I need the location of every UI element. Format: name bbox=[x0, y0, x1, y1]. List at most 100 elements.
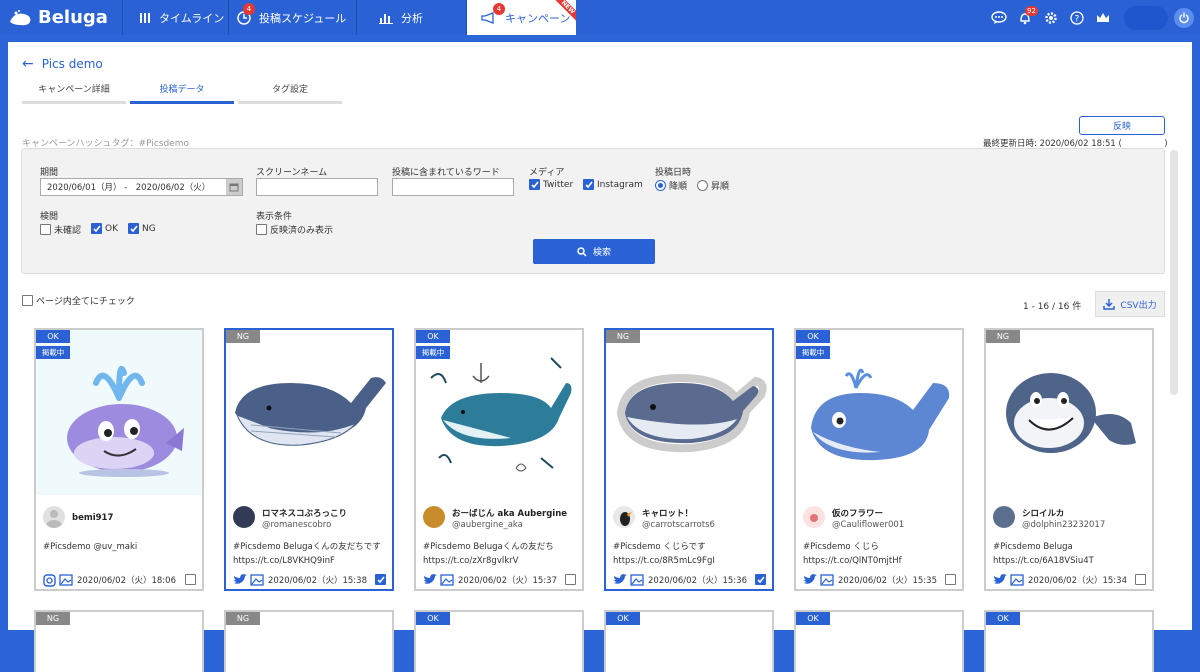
post-card[interactable]: OK bbox=[604, 610, 774, 672]
calendar-icon[interactable] bbox=[226, 179, 242, 195]
review-label: 検閲 bbox=[40, 212, 59, 222]
tab-bar: キャンペーン詳細 投稿データ タグ設定 bbox=[22, 82, 346, 104]
nav-schedule[interactable]: 4 投稿スケジュール bbox=[228, 0, 356, 35]
download-icon bbox=[1103, 299, 1116, 310]
checkbox-icon[interactable] bbox=[40, 224, 51, 235]
avatar bbox=[993, 506, 1015, 528]
reflected-only-label: 反映済のみ表示 bbox=[270, 226, 334, 236]
instagram-icon bbox=[43, 573, 56, 587]
user-id: @Cauliflower001 bbox=[832, 520, 905, 530]
checkbox-icon[interactable] bbox=[1135, 574, 1146, 585]
whale-illustration-icon bbox=[67, 365, 184, 477]
post-image[interactable] bbox=[226, 330, 392, 495]
checkbox-icon[interactable] bbox=[565, 574, 576, 585]
period-input[interactable]: 2020/06/01（月） - 2020/06/02（火） bbox=[40, 178, 243, 196]
reflected-only-option[interactable]: 反映済のみ表示 bbox=[256, 223, 333, 236]
whale-illustration-icon bbox=[430, 356, 572, 471]
tab-campaign-detail[interactable]: キャンペーン詳細 bbox=[22, 82, 126, 104]
nav-timeline[interactable]: タイムライン bbox=[122, 0, 228, 35]
review-option-label: OK bbox=[105, 223, 118, 234]
status-badge: OK bbox=[416, 330, 450, 343]
review-option-label: 未確認 bbox=[54, 226, 82, 236]
review-unchecked-option[interactable]: 未確認 bbox=[40, 223, 81, 236]
checkbox-checked-icon[interactable] bbox=[91, 223, 102, 234]
checkbox-icon[interactable] bbox=[22, 295, 33, 306]
csv-label: CSV出力 bbox=[1120, 300, 1157, 311]
chat-icon[interactable] bbox=[987, 6, 1011, 30]
post-card[interactable]: NG ロマネスコぶろっこり @romanescobro #Picsdemo Be… bbox=[224, 328, 394, 591]
top-bar: Beluga タイムライン 4 投稿スケジュール 分析 4 キャンペーン NEW… bbox=[0, 0, 1200, 35]
crown-icon[interactable] bbox=[1091, 6, 1115, 30]
twitter-icon bbox=[994, 574, 1007, 584]
order-desc-option[interactable]: 降順 bbox=[655, 179, 687, 192]
user-id: @romanescobro bbox=[262, 520, 332, 530]
checkbox-checked-icon[interactable] bbox=[128, 223, 139, 234]
post-text-line: https://t.co/zXr8gvlkrV bbox=[423, 556, 519, 566]
word-input[interactable] bbox=[392, 178, 514, 196]
published-badge: 掲載中 bbox=[796, 346, 830, 359]
post-text-line: https://t.co/QlNT0mjtHf bbox=[803, 556, 902, 566]
tab-tag-settings[interactable]: タグ設定 bbox=[238, 82, 342, 104]
media-instagram-option[interactable]: Instagram bbox=[583, 179, 643, 190]
back-link[interactable]: ← Pics demo bbox=[22, 56, 103, 72]
status-badge: NG bbox=[36, 612, 70, 625]
nav-label: キャンペーン bbox=[505, 11, 571, 25]
card-footer: 2020/06/02（火）15:34 bbox=[993, 573, 1151, 587]
period-label: 期間 bbox=[40, 168, 59, 178]
gear-icon[interactable] bbox=[1039, 6, 1063, 30]
review-ok-option[interactable]: OK bbox=[91, 223, 118, 234]
checkbox-icon[interactable] bbox=[256, 224, 267, 235]
post-card[interactable]: NG bbox=[34, 610, 204, 672]
post-text-line: #Picsdemo くじらです bbox=[613, 542, 706, 552]
screen-name-label: スクリーンネーム bbox=[256, 168, 328, 178]
post-text-line: https://t.co/6A18VSiu4T bbox=[993, 556, 1094, 566]
post-image[interactable] bbox=[606, 330, 772, 495]
checkbox-checked-icon[interactable] bbox=[583, 179, 594, 190]
checkbox-checked-icon[interactable] bbox=[755, 574, 766, 585]
bar-chart-icon bbox=[379, 12, 393, 24]
reflect-button[interactable]: 反映 bbox=[1079, 116, 1165, 135]
post-card[interactable]: OK 掲載中 おーばじん aka Aubergine @aubergine_ak… bbox=[414, 328, 584, 591]
screen-name-input[interactable] bbox=[256, 178, 378, 196]
post-card[interactable]: OK 掲載中 仮のフラワー @Cauliflower001 #Picsdemo … bbox=[794, 328, 964, 591]
checkbox-icon[interactable] bbox=[185, 574, 196, 585]
bell-icon[interactable]: 92 bbox=[1013, 5, 1038, 30]
status-badge: NG bbox=[606, 330, 640, 343]
user-name: キャロット！ bbox=[642, 509, 694, 519]
help-icon[interactable]: ? bbox=[1065, 6, 1089, 30]
status-badge: NG bbox=[986, 330, 1020, 343]
post-card[interactable]: OK 掲載中 bemi917 #Picsdemo @uv_maki 2020/0… bbox=[34, 328, 204, 591]
post-card[interactable]: NG bbox=[224, 610, 394, 672]
post-date: 2020/06/02（火）15:35 bbox=[838, 576, 937, 586]
user-menu[interactable] bbox=[1124, 5, 1168, 30]
card-footer: 2020/06/02（火）18:06 bbox=[43, 573, 201, 587]
user-id: @aubergine_aka bbox=[452, 520, 523, 530]
post-text: #Picsdemo くじら https://t.co/QlNT0mjtHf bbox=[803, 540, 961, 568]
scrollbar[interactable] bbox=[1170, 150, 1178, 395]
csv-export-button[interactable]: CSV出力 bbox=[1095, 291, 1165, 317]
media-twitter-option[interactable]: Twitter bbox=[529, 179, 573, 190]
radio-icon[interactable] bbox=[697, 180, 708, 191]
power-icon[interactable] bbox=[1174, 7, 1194, 28]
post-card[interactable]: NG キャロット！ @carrotscarrots6 #Picsdemo くじら… bbox=[604, 328, 774, 591]
tab-post-data[interactable]: 投稿データ bbox=[130, 82, 234, 104]
check-all-page[interactable]: ページ内全てにチェック bbox=[22, 294, 135, 307]
beluga-logo[interactable]: Beluga bbox=[0, 0, 122, 35]
post-image[interactable] bbox=[986, 330, 1152, 495]
nav-campaign[interactable]: 4 キャンペーン NEW bbox=[466, 0, 576, 35]
post-card[interactable]: OK bbox=[414, 610, 584, 672]
checkbox-checked-icon[interactable] bbox=[529, 179, 540, 190]
post-card[interactable]: OK bbox=[794, 610, 964, 672]
nav-label: タイムライン bbox=[159, 11, 225, 25]
checkbox-icon[interactable] bbox=[945, 574, 956, 585]
post-card[interactable]: NG シロイルカ @dolphin23232017 #Picsdemo Belu… bbox=[984, 328, 1154, 591]
card-footer: 2020/06/02（火）15:35 bbox=[803, 573, 961, 587]
search-button[interactable]: 検索 bbox=[533, 239, 655, 264]
nav-analytics[interactable]: 分析 bbox=[356, 0, 466, 35]
order-asc-option[interactable]: 昇順 bbox=[697, 179, 729, 192]
post-card[interactable]: OK bbox=[984, 610, 1154, 672]
user-name: bemi917 bbox=[72, 513, 114, 523]
review-ng-option[interactable]: NG bbox=[128, 223, 156, 234]
checkbox-checked-icon[interactable] bbox=[375, 574, 386, 585]
radio-selected-icon[interactable] bbox=[655, 180, 666, 191]
